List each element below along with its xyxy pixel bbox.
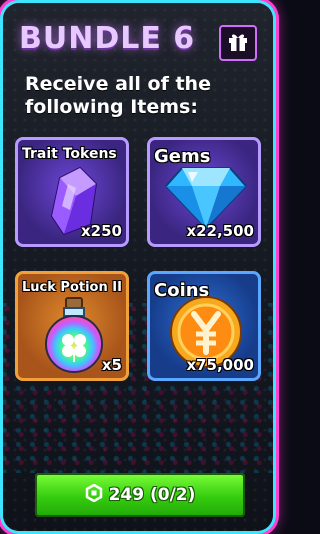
item-name: Trait Tokens xyxy=(22,146,117,162)
bundle-subtitle: Receive all of the following Items: xyxy=(25,73,211,118)
price-label: 249 (0/2) xyxy=(108,485,196,505)
item-quantity: x5 xyxy=(101,356,122,374)
item-quantity: x22,500 xyxy=(186,222,254,240)
item-quantity: x75,000 xyxy=(186,356,254,374)
item-quantity: x250 xyxy=(81,222,122,240)
bundle-card: BUNDLE 6 Receive all of the following It… xyxy=(3,3,273,531)
item-gems[interactable]: Gems x22,500 xyxy=(147,137,261,247)
item-coins[interactable]: Coins x75,000 xyxy=(147,271,261,381)
gift-icon xyxy=(227,30,249,56)
buy-button[interactable]: 249 (0/2) xyxy=(35,473,245,517)
item-name: Luck Potion II xyxy=(22,280,122,295)
gift-button[interactable] xyxy=(219,25,257,61)
potion-icon xyxy=(42,296,106,378)
item-luck-potion[interactable]: Luck Potion II x5 xyxy=(15,271,129,381)
item-trait-tokens[interactable]: Trait Tokens x250 xyxy=(15,137,129,247)
bundle-title: BUNDLE 6 xyxy=(19,21,196,56)
robux-icon xyxy=(85,483,103,506)
